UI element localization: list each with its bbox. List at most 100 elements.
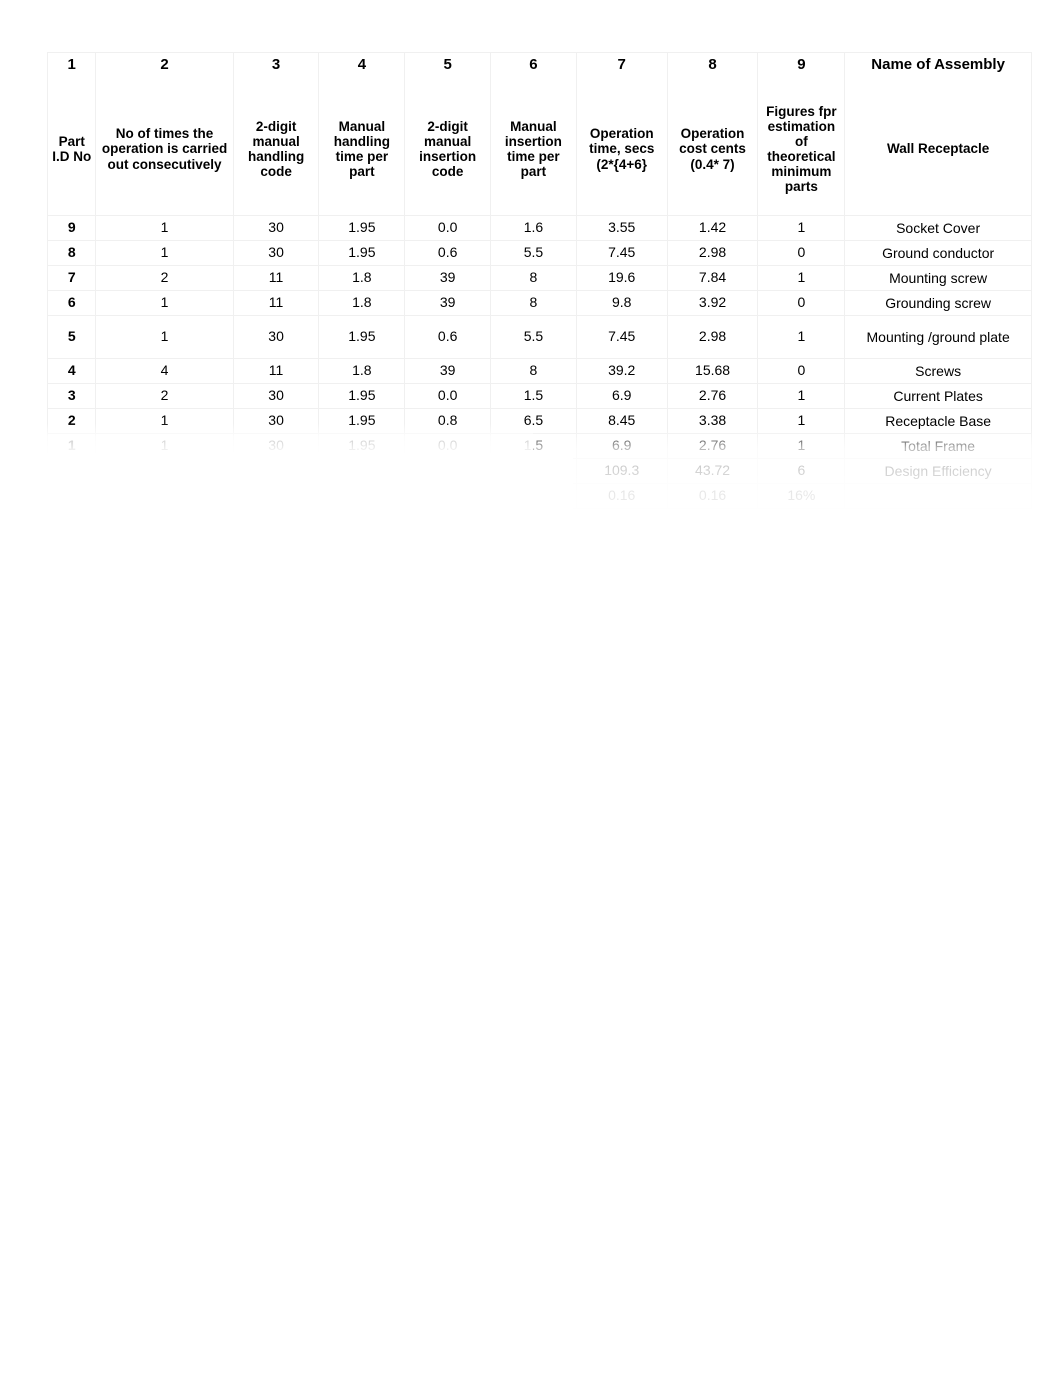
cell-operation-time: 6.9	[575, 383, 668, 409]
cell-manual-insertion-time: 8	[490, 358, 577, 384]
cell-theoretical-min-parts: 0	[757, 240, 846, 266]
column-number-7: 7	[575, 52, 668, 87]
cell-manual-insertion-time	[490, 483, 577, 509]
table-row: 1 1 30 1.95 0.0 1.5 6.9 2.76 1 Total Frame	[46, 433, 1032, 459]
cell-manual-handling-code: 30	[232, 215, 320, 241]
cell-assembly-part-name	[844, 483, 1032, 509]
table-row: 0.16 0.16 16%	[46, 483, 1032, 509]
cell-times-consecutive: 1	[95, 315, 234, 359]
column-number-row: 1 2 3 4 5 6 7 8 9 Name of Assembly	[46, 52, 1032, 87]
cell-manual-handling-code: 30	[232, 433, 320, 459]
cell-operation-time: 109.3	[575, 458, 668, 484]
cell-manual-handling-time	[318, 483, 406, 509]
column-number-5: 5	[404, 52, 492, 87]
header-part-id: Part I.D No	[46, 87, 97, 216]
cell-part-id	[46, 458, 97, 484]
assembly-name: Wall Receptacle	[844, 87, 1032, 216]
cell-theoretical-min-parts: 1	[757, 315, 846, 359]
cell-operation-cost: 3.92	[666, 290, 759, 316]
cell-manual-handling-time: 1.95	[318, 433, 406, 459]
cell-times-consecutive: 2	[95, 383, 234, 409]
cell-operation-cost: 3.38	[666, 408, 759, 434]
cell-part-id: 1	[46, 433, 97, 459]
cell-operation-time: 19.6	[575, 265, 668, 291]
cell-manual-handling-code: 30	[232, 240, 320, 266]
cell-times-consecutive: 1	[95, 240, 234, 266]
header-times-consecutive: No of times the operation is carried out…	[95, 87, 234, 216]
cell-times-consecutive: 1	[95, 433, 234, 459]
header-manual-insertion-time: Manual insertion time per part	[490, 87, 577, 216]
table-row: 8 1 30 1.95 0.6 5.5 7.45 2.98 0 Ground conductor	[46, 240, 1032, 266]
cell-times-consecutive	[95, 483, 234, 509]
cell-manual-handling-code: 11	[232, 265, 320, 291]
cell-assembly-part-name: Grounding screw	[844, 290, 1032, 316]
cell-manual-insertion-time	[490, 458, 577, 484]
cell-theoretical-min-parts: 0	[757, 290, 846, 316]
table-row: 2 1 30 1.95 0.8 6.5 8.45 3.38 1 Receptacle Base	[46, 408, 1032, 434]
cell-manual-handling-code: 11	[232, 358, 320, 384]
cell-part-id: 7	[46, 265, 97, 291]
cell-manual-insertion-code: 0.0	[404, 433, 492, 459]
cell-part-id: 3	[46, 383, 97, 409]
cell-manual-insertion-code: 0.6	[404, 315, 492, 359]
cell-times-consecutive: 4	[95, 358, 234, 384]
cell-manual-insertion-time: 1.5	[490, 433, 577, 459]
cell-part-id: 6	[46, 290, 97, 316]
cell-manual-insertion-code: 0.0	[404, 215, 492, 241]
cell-theoretical-min-parts: 1	[757, 408, 846, 434]
cell-operation-cost: 43.72	[666, 458, 759, 484]
assembly-label: Name of Assembly	[844, 52, 1032, 87]
cell-operation-cost: 2.98	[666, 240, 759, 266]
cell-manual-insertion-time: 1.5	[490, 383, 577, 409]
cell-manual-insertion-time: 6.5	[490, 408, 577, 434]
column-number-4: 4	[318, 52, 406, 87]
cell-times-consecutive: 2	[95, 265, 234, 291]
column-number-3: 3	[232, 52, 320, 87]
cell-manual-handling-time: 1.95	[318, 215, 406, 241]
table-row: 5 1 30 1.95 0.6 5.5 7.45 2.98 1 Mounting /ground …	[46, 315, 1032, 359]
cell-assembly-part-name: Mounting /ground plate	[844, 315, 1032, 359]
cell-part-id: 8	[46, 240, 97, 266]
cell-manual-handling-time: 1.95	[318, 383, 406, 409]
header-manual-handling-code: 2-digit manual handling code	[232, 87, 320, 216]
table-row: 9 1 30 1.95 0.0 1.6 3.55 1.42 1 Socket Cover	[46, 215, 1032, 241]
table-row: 7 2 11 1.8 39 8 19.6 7.84 1 Mounting screw	[46, 265, 1032, 291]
cell-manual-insertion-code: 0.6	[404, 240, 492, 266]
cell-theoretical-min-parts: 1	[757, 215, 846, 241]
cell-theoretical-min-parts: 1	[757, 265, 846, 291]
cell-assembly-part-name: Design Efficiency	[844, 458, 1032, 484]
column-number-8: 8	[666, 52, 759, 87]
cell-operation-time: 0.16	[575, 483, 668, 509]
cell-theoretical-min-parts: 0	[757, 358, 846, 384]
cell-assembly-part-name: Mounting screw	[844, 265, 1032, 291]
cell-operation-cost: 2.76	[666, 433, 759, 459]
cell-manual-handling-code: 30	[232, 383, 320, 409]
cell-operation-time: 6.9	[575, 433, 668, 459]
cell-theoretical-min-parts: 6	[757, 458, 846, 484]
header-manual-insertion-code: 2-digit manual insertion code	[404, 87, 492, 216]
dfa-worksheet-table: 1 2 3 4 5 6 7 8 9 Name of Assembly Part …	[46, 52, 1032, 509]
cell-operation-time: 9.8	[575, 290, 668, 316]
cell-operation-time: 7.45	[575, 240, 668, 266]
cell-manual-insertion-time: 8	[490, 265, 577, 291]
cell-operation-time: 39.2	[575, 358, 668, 384]
cell-manual-handling-time: 1.8	[318, 265, 406, 291]
table-row: 109.3 43.72 6 Design Efficiency	[46, 458, 1032, 484]
header-operation-time: Operation time, secs (2*{4+6}	[575, 87, 668, 216]
cell-manual-handling-code: 11	[232, 290, 320, 316]
cell-manual-handling-time: 1.95	[318, 408, 406, 434]
worksheet-table-container: 1 2 3 4 5 6 7 8 9 Name of Assembly Part …	[46, 52, 1032, 509]
cell-manual-insertion-code	[404, 483, 492, 509]
cell-manual-insertion-time: 5.5	[490, 240, 577, 266]
cell-operation-cost: 2.76	[666, 383, 759, 409]
table-row: 4 4 11 1.8 39 8 39.2 15.68 0 Screws	[46, 358, 1032, 384]
cell-part-id	[46, 483, 97, 509]
cell-theoretical-min-parts: 16%	[757, 483, 846, 509]
cell-manual-insertion-time: 1.6	[490, 215, 577, 241]
cell-assembly-part-name: Receptacle Base	[844, 408, 1032, 434]
table-row: 3 2 30 1.95 0.0 1.5 6.9 2.76 1 Current Plates	[46, 383, 1032, 409]
cell-assembly-part-name: Screws	[844, 358, 1032, 384]
cell-times-consecutive: 1	[95, 408, 234, 434]
cell-assembly-part-name: Ground conductor	[844, 240, 1032, 266]
cell-operation-time: 8.45	[575, 408, 668, 434]
